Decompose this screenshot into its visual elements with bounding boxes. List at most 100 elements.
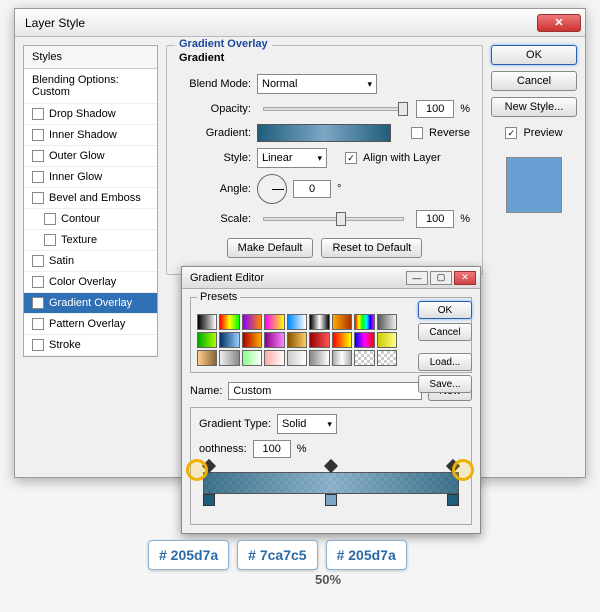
scale-slider[interactable] <box>263 217 404 221</box>
preset-swatch[interactable] <box>287 350 307 366</box>
smoothness-label: oothness: <box>199 443 247 455</box>
angle-value[interactable]: 0 <box>293 180 331 198</box>
color-stop-left[interactable] <box>203 494 215 506</box>
preset-swatch[interactable] <box>197 314 217 330</box>
style-item-inner-shadow[interactable]: Inner Shadow <box>24 125 157 146</box>
preset-swatch[interactable] <box>242 314 262 330</box>
style-label: Satin <box>49 255 74 267</box>
angle-dial[interactable] <box>257 174 287 204</box>
style-item-inner-glow[interactable]: Inner Glow <box>24 167 157 188</box>
style-item-texture[interactable]: Texture <box>24 230 157 251</box>
preset-swatch[interactable] <box>197 332 217 348</box>
blending-options[interactable]: Blending Options: Custom <box>24 69 157 104</box>
ge-load-button[interactable]: Load... <box>418 353 472 371</box>
make-default-button[interactable]: Make Default <box>227 238 314 258</box>
preset-swatch[interactable] <box>264 350 284 366</box>
style-checkbox[interactable] <box>32 108 44 120</box>
style-item-drop-shadow[interactable]: Drop Shadow <box>24 104 157 125</box>
scale-label: Scale: <box>179 213 251 225</box>
style-item-satin[interactable]: Satin <box>24 251 157 272</box>
ge-close-button[interactable]: ✕ <box>454 271 476 285</box>
preset-swatch[interactable] <box>354 314 374 330</box>
scale-value[interactable]: 100 <box>416 210 454 228</box>
preset-swatch[interactable] <box>287 332 307 348</box>
style-item-stroke[interactable]: Stroke <box>24 335 157 356</box>
style-select[interactable]: Linear <box>257 148 327 168</box>
preset-swatch[interactable] <box>219 314 239 330</box>
preset-swatch[interactable] <box>219 350 239 366</box>
opacity-value[interactable]: 100 <box>416 100 454 118</box>
preset-swatch[interactable] <box>332 314 352 330</box>
ge-ok-button[interactable]: OK <box>418 301 472 319</box>
preset-swatches <box>197 314 397 366</box>
preset-swatch[interactable] <box>377 314 397 330</box>
ge-save-button[interactable]: Save... <box>418 375 472 393</box>
preset-swatch[interactable] <box>242 350 262 366</box>
blend-mode-select[interactable]: Normal <box>257 74 377 94</box>
style-checkbox[interactable] <box>44 213 56 225</box>
preset-swatch[interactable] <box>309 314 329 330</box>
preset-swatch[interactable] <box>219 332 239 348</box>
style-item-bevel-and-emboss[interactable]: Bevel and Emboss <box>24 188 157 209</box>
preset-swatch[interactable] <box>309 332 329 348</box>
preset-swatch[interactable] <box>354 332 374 348</box>
preset-swatch[interactable] <box>377 350 397 366</box>
opacity-label: Opacity: <box>179 103 251 115</box>
preset-swatch[interactable] <box>309 350 329 366</box>
close-button[interactable]: ✕ <box>537 14 581 32</box>
style-checkbox[interactable] <box>32 171 44 183</box>
style-item-outer-glow[interactable]: Outer Glow <box>24 146 157 167</box>
cancel-button[interactable]: Cancel <box>491 71 577 91</box>
preset-swatch[interactable] <box>332 350 352 366</box>
group-title: Gradient Overlay <box>175 38 272 50</box>
style-item-contour[interactable]: Contour <box>24 209 157 230</box>
align-checkbox[interactable]: ✓ <box>345 152 357 164</box>
style-item-color-overlay[interactable]: Color Overlay <box>24 272 157 293</box>
preset-swatch[interactable] <box>377 332 397 348</box>
style-item-pattern-overlay[interactable]: Pattern Overlay <box>24 314 157 335</box>
style-checkbox[interactable] <box>32 318 44 330</box>
opacity-stop-mid[interactable] <box>324 459 338 473</box>
gtype-select[interactable]: Solid <box>277 414 337 434</box>
style-checkbox[interactable] <box>44 234 56 246</box>
preset-swatch[interactable] <box>264 332 284 348</box>
style-label: Inner Shadow <box>49 129 117 141</box>
opacity-slider[interactable] <box>263 107 404 111</box>
titlebar: Layer Style ✕ <box>15 9 585 37</box>
style-checkbox[interactable] <box>32 339 44 351</box>
style-item-gradient-overlay[interactable]: ✓Gradient Overlay <box>24 293 157 314</box>
reset-default-button[interactable]: Reset to Default <box>321 238 422 258</box>
new-style-button[interactable]: New Style... <box>491 97 577 117</box>
style-checkbox[interactable] <box>32 276 44 288</box>
style-checkbox[interactable] <box>32 129 44 141</box>
style-checkbox[interactable] <box>32 255 44 267</box>
style-checkbox[interactable]: ✓ <box>32 297 44 309</box>
opacity-unit: % <box>460 103 470 115</box>
color-stop-mid[interactable] <box>325 494 337 506</box>
styles-header[interactable]: Styles <box>24 46 157 69</box>
minimize-button[interactable]: — <box>406 271 428 285</box>
ge-cancel-button[interactable]: Cancel <box>418 323 472 341</box>
style-checkbox[interactable] <box>32 150 44 162</box>
preset-swatch[interactable] <box>287 314 307 330</box>
preset-swatch[interactable] <box>354 350 374 366</box>
reverse-checkbox[interactable] <box>411 127 423 139</box>
style-label: Style: <box>179 152 251 164</box>
ok-button[interactable]: OK <box>491 45 577 65</box>
preset-swatch[interactable] <box>264 314 284 330</box>
chip-color-3: # 205d7a <box>326 540 407 570</box>
dialog-title: Layer Style <box>25 16 85 30</box>
name-input[interactable]: Custom <box>228 382 422 400</box>
ge-side-buttons: OK Cancel Load... Save... <box>418 301 472 393</box>
scale-unit: % <box>460 213 470 225</box>
gradient-picker[interactable] <box>257 124 391 142</box>
style-checkbox[interactable] <box>32 192 44 204</box>
color-stop-right[interactable] <box>447 494 459 506</box>
smoothness-value[interactable]: 100 <box>253 440 291 458</box>
maximize-button[interactable]: ▢ <box>430 271 452 285</box>
preset-swatch[interactable] <box>242 332 262 348</box>
preset-swatch[interactable] <box>197 350 217 366</box>
gradient-editor-bar[interactable] <box>203 472 459 494</box>
preset-swatch[interactable] <box>332 332 352 348</box>
preview-checkbox[interactable]: ✓ <box>505 127 517 139</box>
